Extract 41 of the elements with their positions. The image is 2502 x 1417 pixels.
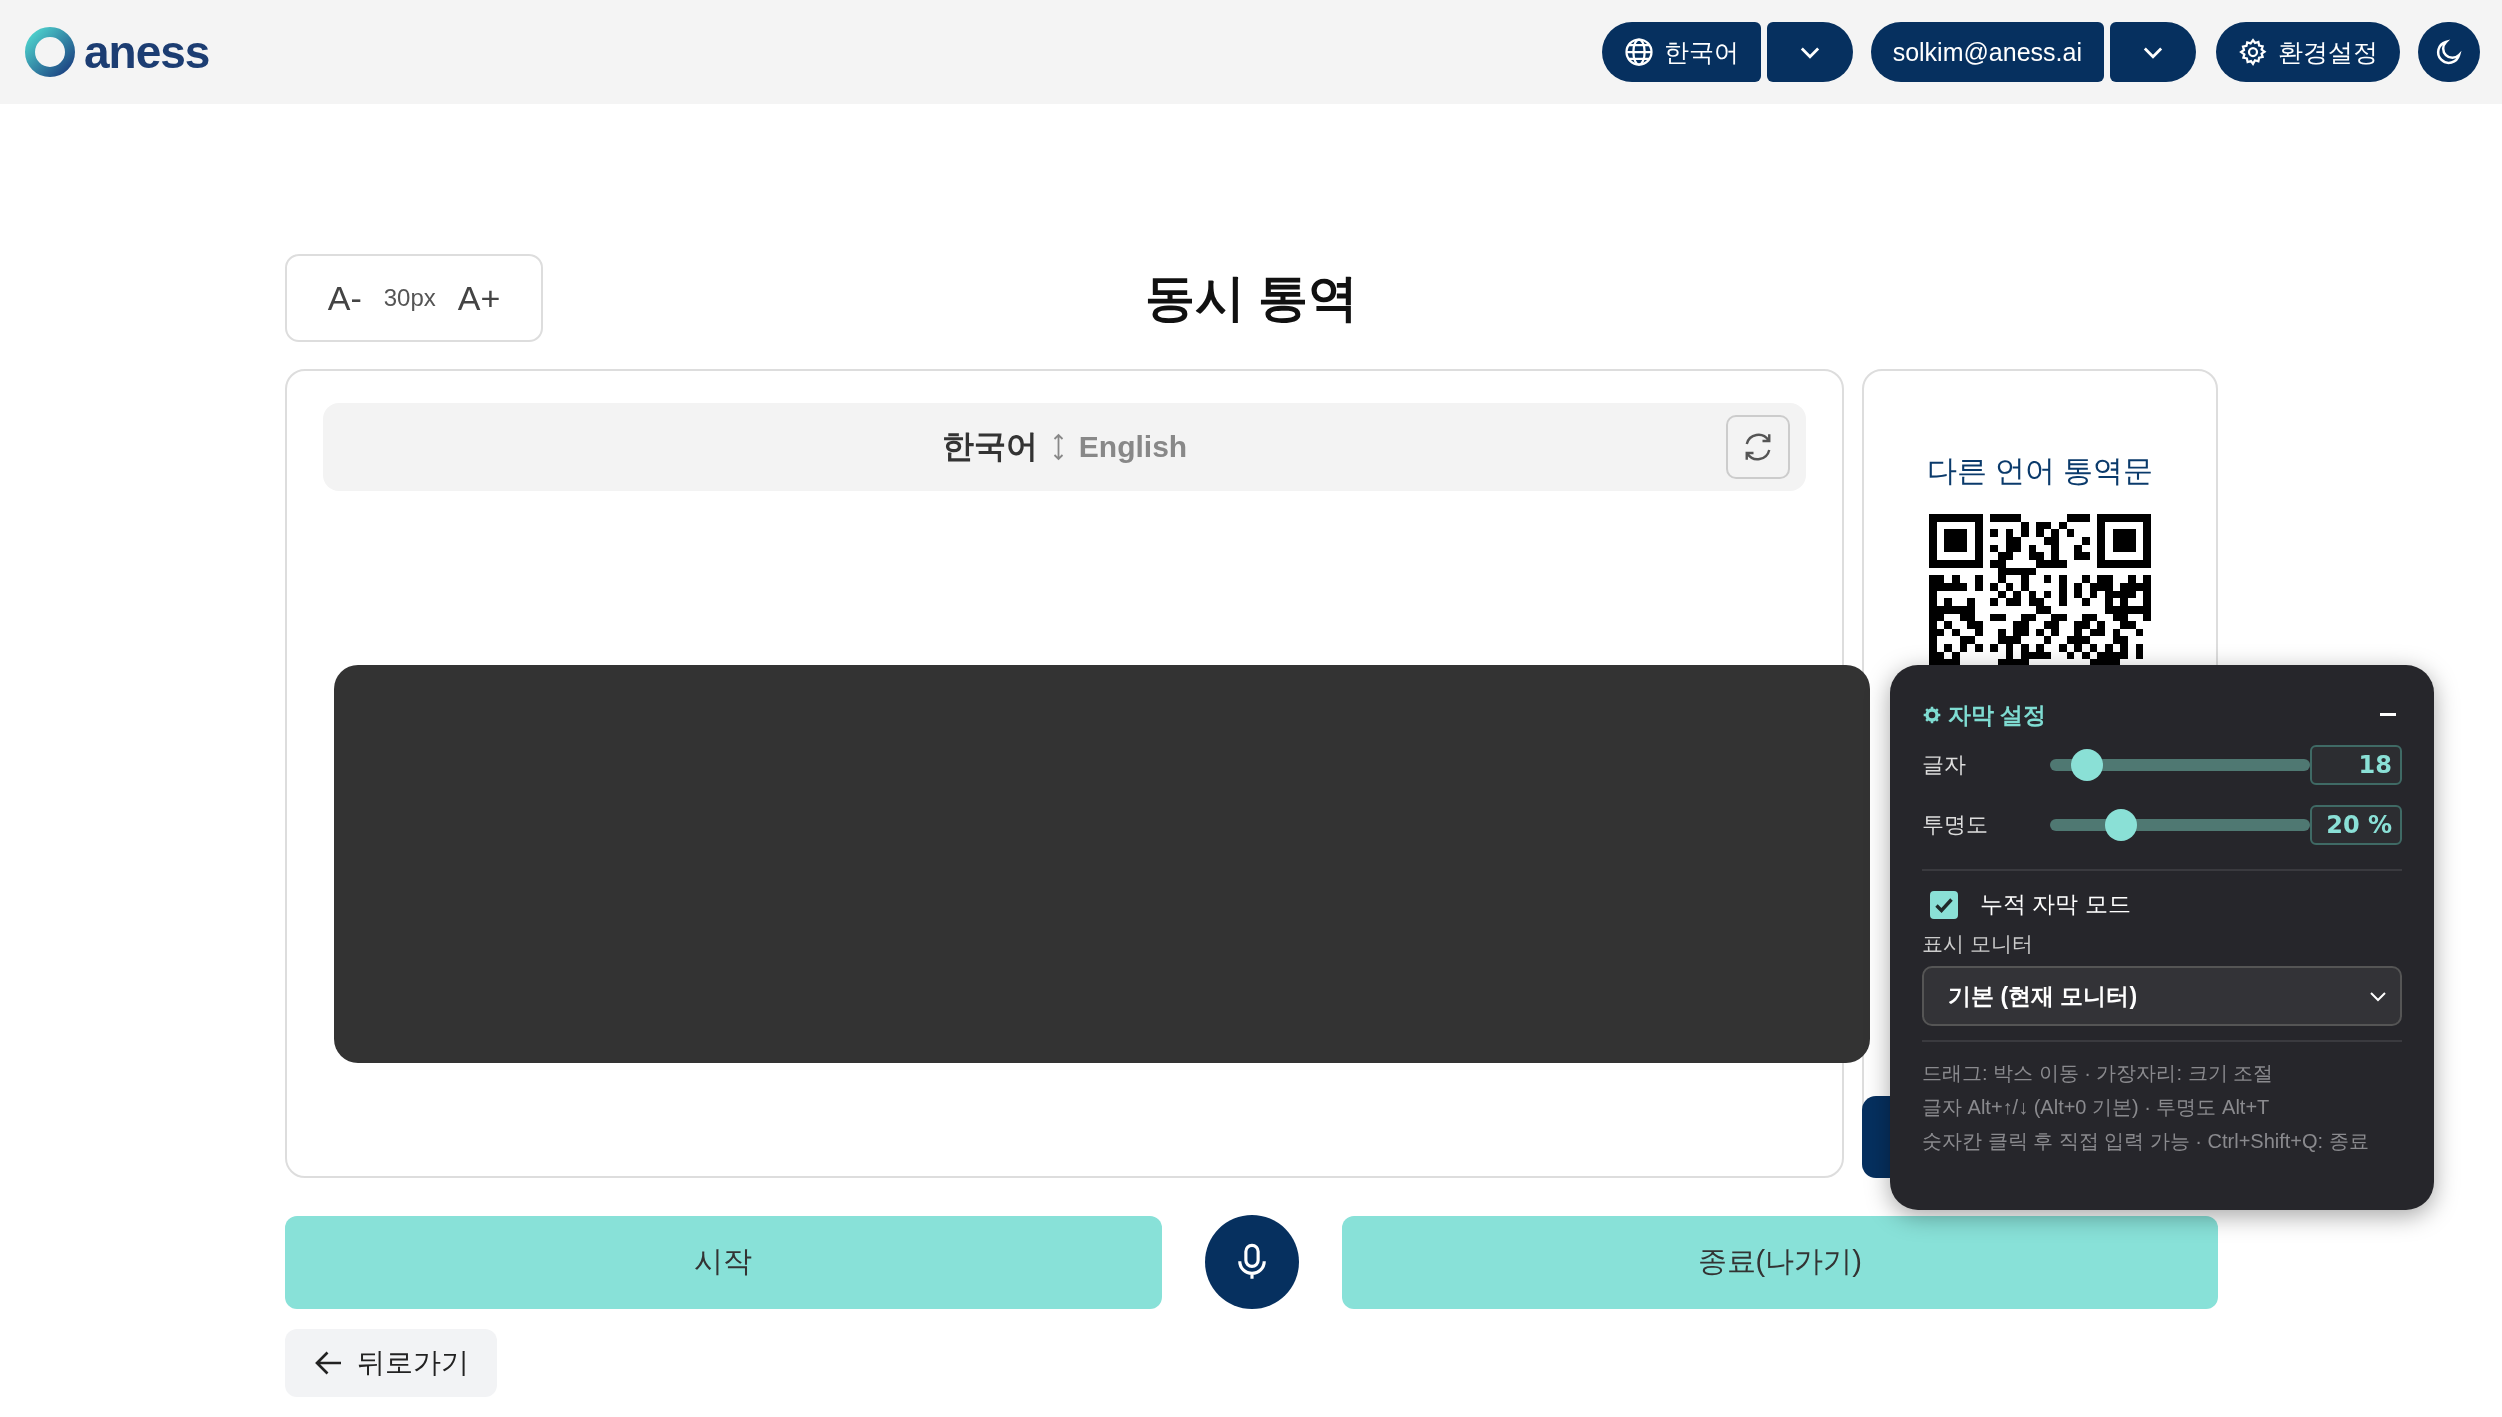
swap-vertical-icon bbox=[1051, 433, 1065, 461]
slider-track[interactable] bbox=[2050, 809, 2310, 841]
hint-text: 글자 Alt+↑/↓ (Alt+0 기본) · 투명도 Alt+T bbox=[1922, 1095, 2271, 1120]
gear-icon bbox=[1922, 705, 1942, 725]
slider-label: 글자 bbox=[1922, 751, 1967, 779]
dark-mode-button[interactable] bbox=[2418, 22, 2480, 82]
slider-thumb[interactable] bbox=[2104, 809, 2137, 841]
increase-font-button[interactable]: A+ bbox=[453, 278, 505, 318]
number-field[interactable]: 20 % bbox=[2310, 805, 2402, 845]
decrease-font-button[interactable]: A- bbox=[323, 278, 366, 318]
hint-text: 드래그: 박스 이동 · 가장자리: 크기 조절 bbox=[1922, 1061, 2275, 1086]
refresh-button[interactable] bbox=[1726, 415, 1790, 479]
page-title: 동시 통역 bbox=[1144, 268, 1359, 328]
globe-icon bbox=[1623, 37, 1654, 67]
start-button[interactable]: 시작 bbox=[285, 1215, 1162, 1309]
language-dropdown-button[interactable] bbox=[1766, 22, 1853, 82]
settings-icon bbox=[2238, 37, 2268, 67]
end-button[interactable]: 종료(나가기) bbox=[1341, 1215, 2218, 1309]
logo-ring-icon bbox=[24, 26, 76, 78]
target-language: English bbox=[1078, 430, 1188, 464]
slider-track[interactable] bbox=[2050, 749, 2310, 781]
font-size-value: 30px bbox=[383, 284, 436, 312]
account-dropdown-button[interactable] bbox=[2110, 22, 2196, 82]
slider-thumb[interactable] bbox=[2070, 749, 2103, 781]
hint-text: 숫자칸 클릭 후 직접 입력 가능 · Ctrl+Shift+Q: 종료 bbox=[1922, 1129, 2370, 1154]
slider-label: 투명도 bbox=[1922, 811, 1989, 839]
language-button[interactable]: 한국어 bbox=[1601, 22, 1761, 82]
number-field[interactable]: 18 bbox=[2310, 745, 2402, 785]
moon-icon bbox=[2434, 37, 2464, 67]
minimize-icon[interactable] bbox=[2380, 713, 2396, 717]
logo-text: aness bbox=[84, 25, 210, 79]
monitor-select[interactable]: 기본 (현재 모니터) bbox=[1922, 966, 2402, 1026]
checkbox[interactable] bbox=[1930, 890, 1958, 919]
monitor-label: 표시 모니터 bbox=[1922, 931, 2034, 957]
checkbox-label: 누적 자막 모드 bbox=[1980, 890, 2131, 919]
settings-button[interactable]: 환경설정 bbox=[2216, 22, 2400, 82]
panel-title: 자막 설정 bbox=[1948, 700, 2047, 730]
back-button[interactable]: 뒤로가기 bbox=[285, 1329, 497, 1397]
account-button[interactable]: solkim@aness.ai bbox=[1870, 22, 2104, 82]
side-panel-title: 다른 언어 통역문 bbox=[1926, 453, 2154, 489]
source-language: 한국어 bbox=[941, 427, 1038, 466]
